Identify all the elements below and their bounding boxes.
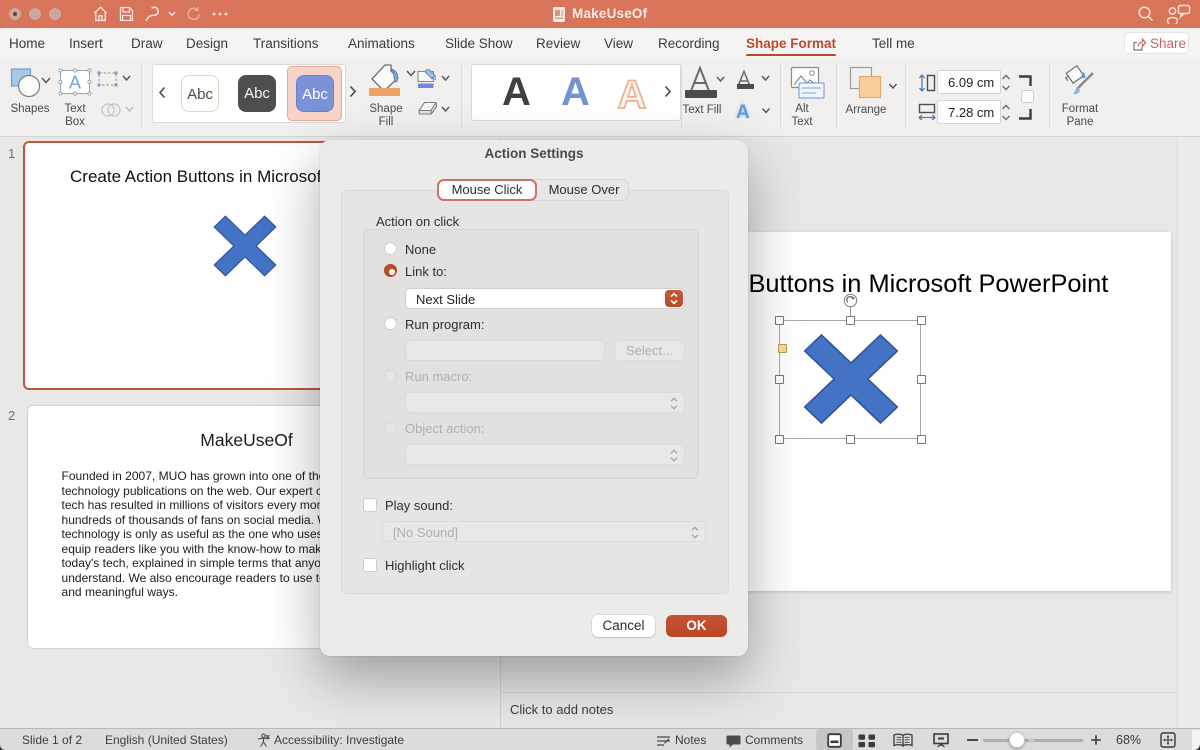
svg-text:A: A xyxy=(69,73,81,93)
svg-text:A: A xyxy=(618,73,647,117)
